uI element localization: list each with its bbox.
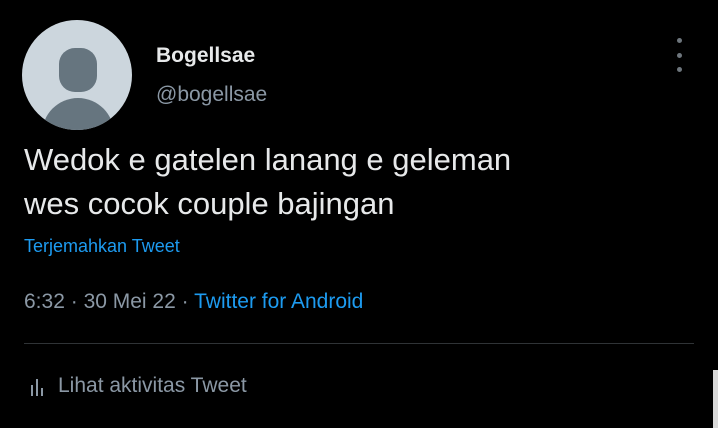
meta-separator: ·: [181, 290, 189, 313]
tweet-text-line: wes cocok couple bajingan: [24, 186, 395, 221]
avatar[interactable]: [22, 20, 132, 130]
more-options-icon[interactable]: [668, 38, 690, 72]
tweet-meta: 6:32 · 30 Mei 22 · Twitter for Android: [24, 290, 363, 314]
divider: [24, 343, 694, 344]
avatar-head-shape: [59, 48, 97, 92]
avatar-shoulders-shape: [42, 98, 114, 130]
more-dot: [676, 38, 682, 43]
more-dot: [676, 67, 682, 72]
translate-tweet-link[interactable]: Terjemahkan Tweet: [24, 236, 180, 257]
view-tweet-activity-button[interactable]: Lihat aktivitas Tweet: [30, 374, 247, 398]
scrollbar[interactable]: [713, 370, 718, 428]
tweet-time[interactable]: 6:32: [24, 290, 65, 313]
tweet-text: Wedok e gatelen lanang e geleman wes coc…: [24, 138, 684, 226]
tweet-source-link[interactable]: Twitter for Android: [194, 290, 363, 313]
activity-label: Lihat aktivitas Tweet: [58, 374, 247, 397]
more-dot: [676, 52, 682, 58]
meta-separator: ·: [70, 290, 78, 313]
user-handle[interactable]: @bogellsae: [156, 83, 267, 107]
bar-chart-icon: [31, 379, 43, 396]
tweet-date[interactable]: 30 Mei 22: [84, 290, 176, 313]
display-name[interactable]: Bogellsae: [156, 44, 255, 68]
tweet-text-line: Wedok e gatelen lanang e geleman: [24, 142, 512, 177]
